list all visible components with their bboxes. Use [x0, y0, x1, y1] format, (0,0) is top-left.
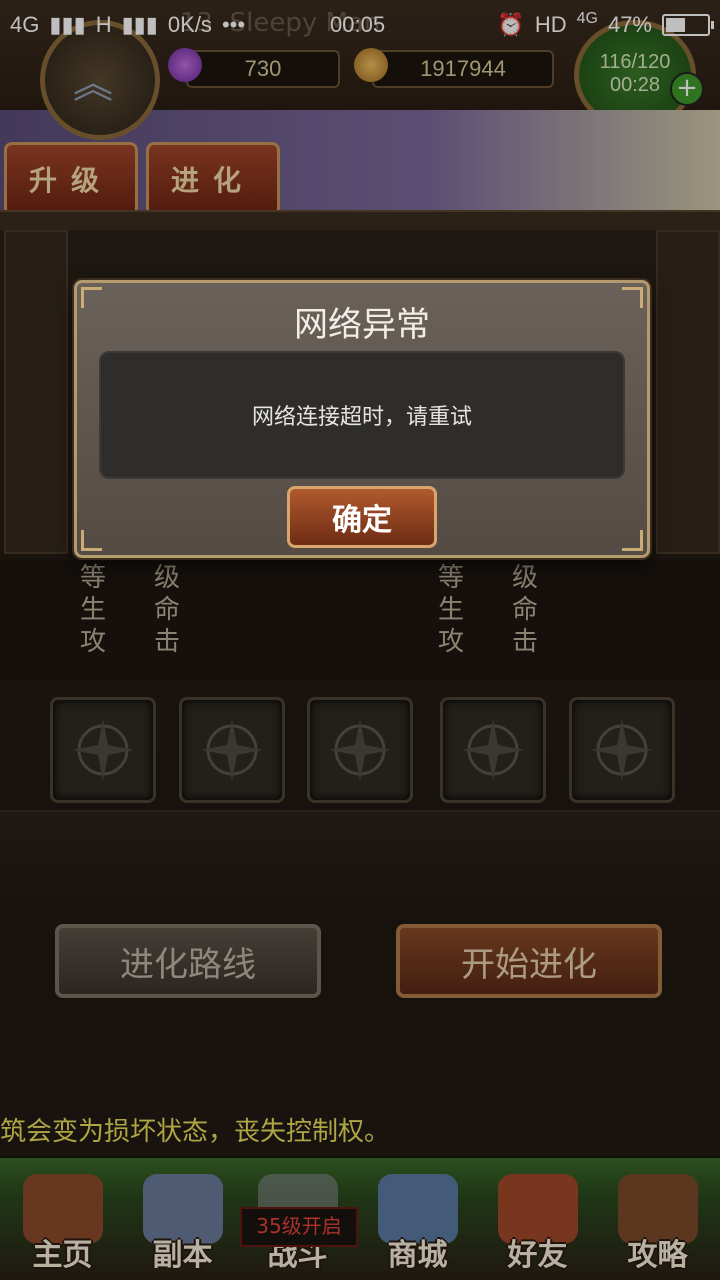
dialog-message: 网络连接超时，请重试	[99, 351, 625, 479]
network-speed: 0K/s	[167, 12, 212, 37]
nav-dungeon[interactable]: 副本	[125, 1160, 240, 1280]
scrolling-notice: 筑会变为损坏状态，丧失控制权。	[0, 1108, 720, 1156]
stat-label: 级	[153, 563, 180, 593]
material-slot[interactable]	[440, 697, 546, 803]
material-slot[interactable]	[569, 697, 675, 803]
nav-label: 好友	[507, 1238, 568, 1273]
gold-count: 1917944	[420, 56, 506, 81]
signal-icon: ▮▮▮	[49, 12, 86, 37]
stone-floor	[0, 810, 720, 912]
status-left: 4G ▮▮▮ H ▮▮▮ 0K/s •••	[10, 12, 245, 38]
nav-home[interactable]: 主页	[5, 1160, 120, 1280]
gem-counter: 730	[186, 50, 340, 88]
stat-label: 击	[511, 627, 538, 657]
battery-icon	[662, 14, 714, 36]
stat-label: 等	[80, 563, 107, 593]
material-slot[interactable]	[179, 697, 285, 803]
dialog-corner-ornament	[622, 530, 643, 551]
nav-label: 主页	[32, 1238, 93, 1273]
rank-chevron-icon: ︽	[73, 61, 113, 107]
signal-icon: ▮▮▮	[121, 12, 158, 37]
stat-label: 生	[438, 595, 465, 625]
network-h-indicator: H	[95, 12, 112, 37]
status-time: 00:05	[330, 12, 386, 37]
nav-friends[interactable]: 好友	[480, 1160, 595, 1280]
network-error-dialog: 网络异常 网络连接超时，请重试 确定	[74, 280, 650, 558]
stat-label: 等	[438, 563, 465, 593]
confirm-button[interactable]: 确定	[287, 486, 437, 548]
battery-fill	[666, 18, 685, 32]
more-icon: •••	[221, 12, 246, 37]
right-pillar	[656, 230, 720, 554]
tab-divider	[0, 210, 720, 232]
stat-label: 命	[153, 595, 180, 625]
add-energy-button[interactable]: +	[670, 72, 704, 106]
left-stats: 等 级 生 命 攻 击	[80, 562, 180, 658]
compass-emblem-icon	[201, 719, 263, 781]
gem-count: 730	[244, 56, 282, 81]
stat-label: 命	[511, 595, 538, 625]
compass-emblem-icon	[462, 719, 524, 781]
right-stats: 等 级 生 命 攻 击	[438, 562, 538, 658]
stat-label: 级	[511, 563, 538, 593]
start-evolution-button[interactable]: 开始进化	[396, 924, 662, 998]
nav-shop[interactable]: 商城	[360, 1160, 475, 1280]
stat-label: 击	[153, 627, 180, 657]
dialog-title: 网络异常	[294, 305, 430, 345]
gem-icon	[168, 48, 202, 82]
material-slot[interactable]	[307, 697, 413, 803]
stat-label: 生	[80, 595, 107, 625]
status-bar: 4G ▮▮▮ H ▮▮▮ 0K/s ••• 00:05 ⏰ HD 4G 47%	[0, 0, 720, 50]
nav-label: 副本	[152, 1238, 213, 1273]
evolution-route-button[interactable]: 进化路线	[55, 924, 321, 998]
left-pillar	[4, 230, 68, 554]
tab-upgrade[interactable]: 升级	[4, 142, 138, 216]
alarm-icon: ⏰	[497, 12, 525, 37]
locked-level-badge: 35级开启	[240, 1207, 358, 1247]
gold-counter: 1917944	[372, 50, 554, 88]
battery-percent: 47%	[607, 12, 652, 37]
compass-emblem-icon	[591, 719, 653, 781]
status-right: ⏰ HD 4G 47%	[497, 10, 714, 38]
material-slot[interactable]	[50, 697, 156, 803]
nav-guide[interactable]: 攻略	[600, 1160, 715, 1280]
gold-coin-icon	[354, 48, 388, 82]
stat-label: 攻	[438, 627, 465, 657]
compass-emblem-icon	[329, 719, 391, 781]
nav-label: 攻略	[627, 1238, 688, 1273]
network-4g-indicator-right: 4G	[576, 10, 598, 27]
tab-evolve[interactable]: 进化	[146, 142, 280, 216]
dialog-corner-ornament	[81, 530, 102, 551]
hd-indicator: HD	[534, 12, 567, 37]
network-4g-indicator: 4G	[10, 12, 40, 37]
stat-label: 攻	[80, 627, 107, 657]
compass-emblem-icon	[72, 719, 134, 781]
nav-label: 商城	[387, 1238, 448, 1273]
energy-value: 116/120	[599, 51, 671, 73]
